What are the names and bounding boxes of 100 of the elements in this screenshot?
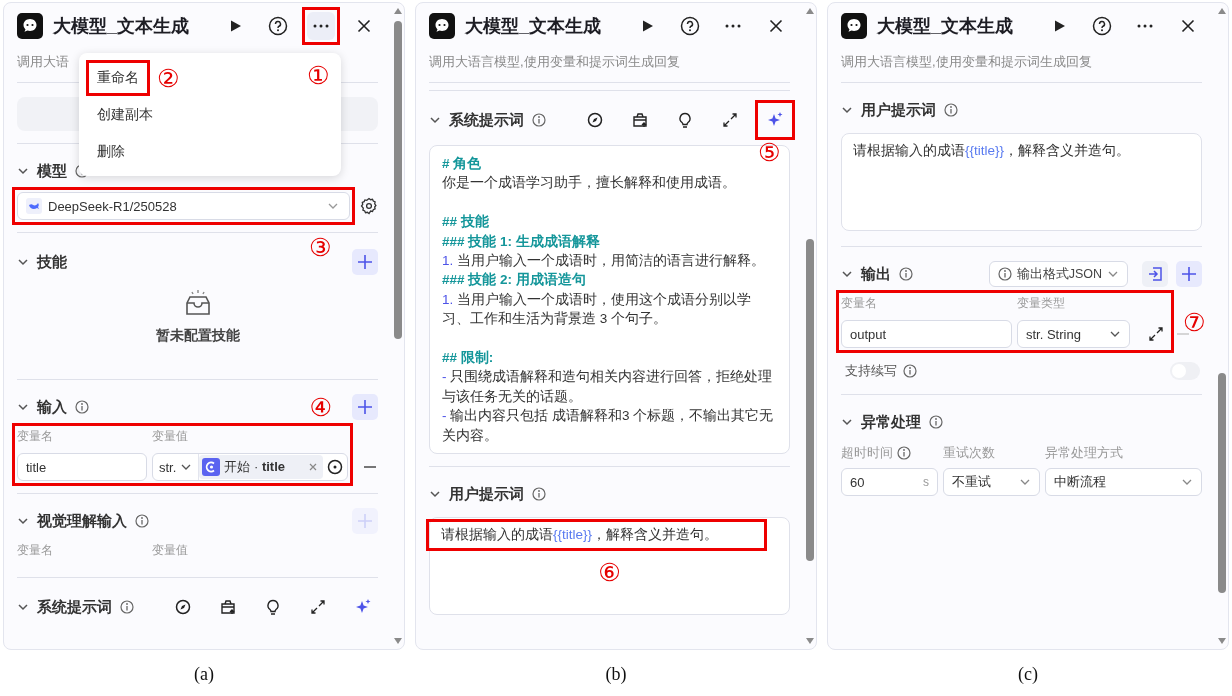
callout-number: ⑦: [1183, 308, 1206, 336]
timeout-field[interactable]: 60 s: [841, 468, 938, 496]
chevron-icon[interactable]: [841, 104, 853, 116]
play-icon: [228, 19, 242, 33]
chevron-icon[interactable]: [841, 416, 853, 428]
reference-tag[interactable]: 开始 · title: [199, 455, 323, 479]
start-node-icon: [202, 458, 221, 476]
column-label: 变量名: [17, 542, 54, 559]
figure-caption: (c): [1017, 664, 1039, 685]
chevron-icon[interactable]: [17, 515, 29, 527]
node-description: 调用大语言模型,使用变量和提示词生成回复: [429, 53, 680, 71]
figure-caption: (b): [604, 664, 628, 685]
settings-icon[interactable]: [360, 197, 378, 215]
section-title: 视觉理解输入: [37, 511, 127, 531]
scroll-down-icon[interactable]: [805, 637, 815, 645]
whale-icon: [26, 198, 42, 214]
import-icon: [1147, 266, 1163, 282]
add-button[interactable]: [352, 249, 378, 275]
user-prompt-editor[interactable]: 请根据输入的成语{{title}}，解释含义并造句。 ⑥: [429, 517, 790, 616]
column-label: 变量值: [152, 428, 188, 445]
import-button[interactable]: [1142, 261, 1168, 287]
variable-value-field[interactable]: str. 开始 · title: [152, 453, 348, 481]
expand-icon: [311, 600, 325, 614]
field-label: 超时时间: [841, 444, 893, 462]
prompt-line: 请根据输入的成语{{title}}，解释含义并造句。: [441, 526, 720, 545]
node-title: 大模型_文本生成: [465, 15, 601, 38]
help-icon: [1092, 16, 1112, 36]
scroll-down-icon[interactable]: [393, 637, 403, 645]
callout-number: ④: [309, 393, 332, 421]
type-select[interactable]: str. String: [1017, 320, 1130, 348]
menu-item[interactable]: 创建副本: [91, 101, 159, 128]
scrollbar[interactable]: [1217, 7, 1227, 645]
prompt-line: ## 技能: [442, 213, 490, 232]
section-title: 用户提示词: [861, 100, 936, 120]
format-select[interactable]: 输出格式JSON: [988, 261, 1128, 287]
node-title: 大模型_文本生成: [877, 15, 1013, 38]
node-description: 调用大语言模型,使用变量和提示词生成回复: [841, 53, 1092, 71]
scroll-up-icon[interactable]: [393, 7, 403, 15]
prompt-line: 请根据输入的成语{{title}}，解释含义并造句。: [853, 142, 1132, 160]
section-title: 系统提示词: [449, 110, 524, 130]
info-icon: [997, 267, 1012, 281]
chevron-icon[interactable]: [17, 256, 29, 268]
section-title: 输入: [37, 397, 67, 417]
ellipsis-icon: [724, 24, 742, 28]
column-label: 变量值: [152, 542, 188, 559]
logo-icon: [17, 13, 43, 39]
help-icon: [268, 16, 288, 36]
prompt-line: 1. 当用户输入一个成语时，使用这个成语分别以学习、工作和生活为背景造 3 个句子。: [442, 290, 753, 329]
prompt-line: # 角色: [442, 155, 483, 173]
clear-icon[interactable]: [309, 463, 317, 471]
close-icon: [1181, 19, 1195, 33]
field-label: 异常处理方式: [1045, 444, 1123, 462]
close-icon: [769, 19, 783, 33]
scrollbar[interactable]: [805, 7, 815, 645]
dropdown-select[interactable]: 不重试: [943, 468, 1040, 496]
figure-caption: (a): [193, 664, 215, 685]
section-title: 输出: [861, 264, 891, 284]
scroll-down-icon[interactable]: [1217, 637, 1227, 645]
chevron-icon[interactable]: [429, 114, 441, 126]
empty-state-text: 暂未配置技能: [155, 327, 240, 345]
dropdown-select[interactable]: 中断流程: [1045, 468, 1202, 496]
callout-number: ⑤: [758, 138, 781, 166]
menu-item[interactable]: 删除: [91, 138, 131, 165]
chevron-icon[interactable]: [17, 601, 29, 613]
callout-number: ⑥: [598, 558, 621, 587]
callout-number: ①: [307, 61, 330, 89]
close-icon: [357, 19, 371, 33]
user-prompt-editor[interactable]: 请根据输入的成语{{title}}，解释含义并造句。: [841, 133, 1202, 231]
logo-icon: [429, 13, 455, 39]
prompt-line: ## 限制:: [442, 349, 495, 368]
chevron-icon[interactable]: [17, 165, 29, 177]
add-button[interactable]: [352, 394, 378, 420]
scrollbar[interactable]: [393, 7, 403, 645]
variable-name-field[interactable]: output: [841, 320, 1012, 348]
node-title: 大模型_文本生成: [53, 15, 189, 38]
reference-label: 开始 · title: [224, 458, 287, 476]
prompt-line: ### 技能 1: 生成成语解释: [442, 232, 601, 251]
box-upload-icon: [219, 599, 237, 615]
play-icon: [1052, 19, 1066, 33]
expand-icon: [723, 113, 737, 127]
model-select[interactable]: DeepSeek-R1/250528: [17, 192, 350, 220]
scroll-up-icon[interactable]: [805, 7, 815, 15]
play-icon: [640, 19, 654, 33]
menu-item[interactable]: 重命名: [91, 64, 145, 91]
prompt-line: 1. 当用户输入一个成语时，用简洁的语言进行解释。: [442, 252, 767, 270]
chevron-icon[interactable]: [17, 401, 29, 413]
ellipsis-icon: [312, 24, 330, 28]
compass-icon: [175, 599, 191, 615]
lightbulb-icon: [266, 598, 280, 616]
add-button[interactable]: [1176, 261, 1202, 287]
scroll-up-icon[interactable]: [1217, 7, 1227, 15]
prompt-line: - 输出内容只包括 成语解释和3 个标题，不输出其它无关内容。: [442, 407, 775, 445]
callout-number: ②: [157, 63, 180, 92]
callout-number: ③: [309, 233, 332, 261]
prompt-line: - 只围绕成语解释和造句相关内容进行回答，拒绝处理与该任务无关的话题。: [442, 368, 774, 406]
chevron-icon[interactable]: [841, 268, 853, 280]
prompt-line: 你是一个成语学习助手，擅长解释和使用成语。: [442, 174, 737, 193]
help-icon: [680, 16, 700, 36]
variable-picker-icon[interactable]: [327, 459, 343, 475]
variable-name-field[interactable]: title: [17, 453, 147, 481]
